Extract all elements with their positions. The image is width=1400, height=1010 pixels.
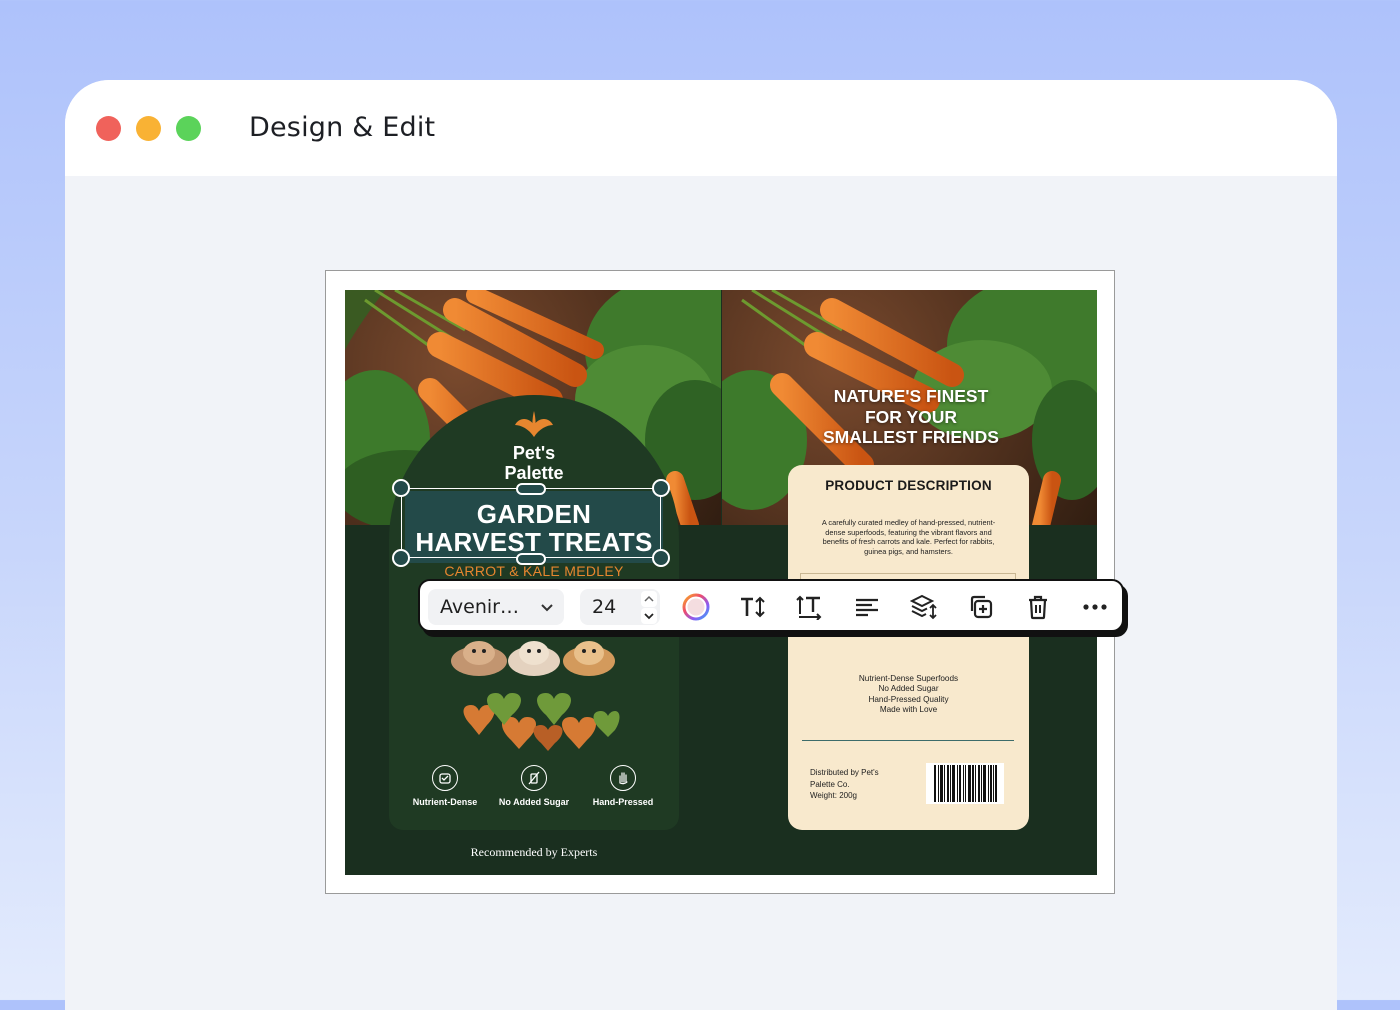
title-bar: Design & Edit	[65, 80, 1337, 176]
resize-handle-top[interactable]	[516, 483, 546, 495]
small-pets-photo	[451, 641, 615, 676]
delete-button[interactable]	[1023, 592, 1053, 622]
text-color-button[interactable]	[681, 592, 711, 622]
feature-no-added-sugar: No Added Sugar	[489, 765, 579, 807]
feature-label: No Added Sugar	[498, 797, 570, 807]
description-body[interactable]: A carefully curated medley of hand-press…	[818, 518, 999, 556]
barcode	[926, 763, 1004, 804]
feature-hand-pressed: Hand-Pressed	[578, 765, 668, 807]
brand-name-line-1: Pet's	[512, 443, 556, 463]
divider	[802, 740, 1014, 741]
feature-label: Hand-Pressed	[592, 797, 654, 807]
heart-treats-photo	[463, 693, 620, 751]
more-options-button[interactable]	[1080, 592, 1110, 622]
feature-nutrient-dense: Nutrient-Dense	[400, 765, 490, 807]
more-icon	[1083, 604, 1107, 610]
delete-icon	[1029, 595, 1047, 620]
distributor-info[interactable]: Distributed by Pet's Palette Co. Weight:…	[810, 767, 902, 802]
close-button[interactable]	[96, 116, 121, 141]
tagline-line-1: NATURE'S FINEST	[833, 386, 989, 406]
text-size-icon	[741, 596, 765, 618]
chevron-up-icon	[644, 595, 654, 602]
maximize-button[interactable]	[176, 116, 201, 141]
duplicate-button[interactable]	[966, 592, 996, 622]
benefit-item: Nutrient-Dense Superfoods	[858, 674, 959, 683]
feature-label: Nutrient-Dense	[412, 797, 478, 807]
brand-name-line-2: Palette	[504, 463, 564, 483]
recommended-text[interactable]: Recommended by Experts	[389, 845, 679, 860]
window-title: Design & Edit	[249, 112, 436, 143]
distributor-text: Distributed by Pet's Palette Co.	[810, 768, 879, 789]
benefit-item: No Added Sugar	[878, 684, 939, 694]
benefit-item: Made with Love	[879, 704, 938, 714]
font-family-select[interactable]: Avenir…	[428, 589, 564, 625]
brand-name[interactable]: Pet's Palette	[389, 443, 679, 483]
weight-text: Weight: 200g	[810, 791, 857, 800]
layers-icon	[910, 594, 937, 620]
benefit-item: Hand-Pressed Quality	[868, 694, 949, 704]
no-sugar-icon	[521, 765, 547, 791]
font-family-value: Avenir…	[440, 596, 519, 618]
line-height-icon	[796, 595, 822, 620]
leaf-icon	[515, 411, 553, 437]
tagline[interactable]: NATURE'S FINEST FOR YOUR SMALLEST FRIEND…	[791, 386, 1031, 448]
nutrient-badge-icon	[432, 765, 458, 791]
tagline-line-2: FOR YOUR	[864, 406, 958, 427]
font-size-increase[interactable]	[641, 591, 657, 607]
align-button[interactable]	[852, 592, 882, 622]
back-panel[interactable]: PRODUCT DESCRIPTION A carefully curated …	[788, 465, 1029, 830]
benefits-list[interactable]: Nutrient-Dense Superfoods No Added Sugar…	[788, 674, 1029, 715]
text-toolbar: Avenir… 24	[418, 579, 1124, 632]
selection-box[interactable]	[401, 488, 661, 558]
resize-handle-bottom-left[interactable]	[392, 549, 410, 567]
layers-button[interactable]	[909, 592, 939, 622]
tagline-line-3: SMALLEST FRIENDS	[823, 427, 999, 447]
chevron-down-icon	[644, 613, 654, 620]
hand-icon	[610, 765, 636, 791]
chevron-down-icon	[541, 604, 553, 612]
resize-handle-top-right[interactable]	[652, 479, 670, 497]
product-subtitle[interactable]: CARROT & KALE MEDLEY	[389, 563, 679, 579]
align-left-icon	[856, 598, 878, 617]
resize-handle-bottom-right[interactable]	[652, 549, 670, 567]
resize-handle-top-left[interactable]	[392, 479, 410, 497]
line-height-button[interactable]	[795, 592, 825, 622]
font-size-value: 24	[592, 596, 617, 618]
resize-handle-bottom[interactable]	[516, 553, 546, 565]
color-picker-icon	[682, 593, 710, 621]
duplicate-icon	[970, 595, 993, 619]
description-title[interactable]: PRODUCT DESCRIPTION	[788, 478, 1029, 493]
minimize-button[interactable]	[136, 116, 161, 141]
text-size-button[interactable]	[738, 592, 768, 622]
font-size-input[interactable]: 24	[580, 589, 660, 625]
font-size-decrease[interactable]	[641, 608, 657, 624]
